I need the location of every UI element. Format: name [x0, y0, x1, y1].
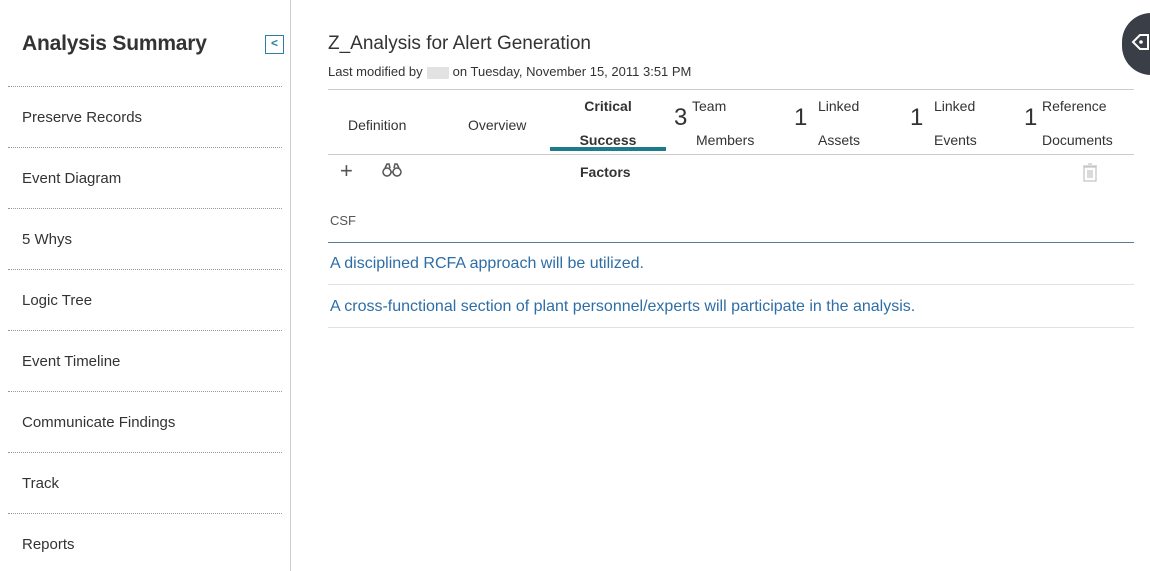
sidebar-item-label: Event Diagram	[22, 170, 122, 187]
toolbar: + Factors	[328, 156, 1134, 190]
grid-column-header: CSF	[328, 203, 1134, 243]
collapse-sidebar-button[interactable]: <	[265, 35, 284, 54]
sidebar-item-reports[interactable]: Reports	[8, 513, 282, 571]
tab-reference-documents[interactable]: 1 Reference Documents	[1024, 90, 1136, 154]
sidebar-item-event-diagram[interactable]: Event Diagram	[8, 147, 282, 208]
table-row: A disciplined RCFA approach will be util…	[328, 243, 1134, 285]
tab-label-line2: Events	[934, 132, 977, 148]
sidebar-header: Analysis Summary <	[22, 32, 290, 60]
tab-label-line1: Team	[692, 98, 727, 114]
tab-bar: Definition Overview Critical Success 3 T…	[328, 89, 1134, 155]
redacted-user	[426, 66, 449, 79]
page-title: Z_Analysis for Alert Generation	[328, 33, 591, 54]
sidebar: Analysis Summary < Preserve Records Even…	[0, 0, 291, 571]
tab-count: 1	[794, 104, 808, 131]
sidebar-item-label: 5 Whys	[22, 231, 73, 248]
sidebar-item-label: Track	[22, 475, 59, 492]
modified-prefix: Last modified by	[328, 64, 423, 79]
last-modified: Last modified by on Tuesday, November 15,…	[328, 64, 691, 79]
tab-label-line3: Factors	[580, 164, 631, 180]
plus-icon[interactable]: +	[340, 158, 353, 184]
sidebar-item-label: Communicate Findings	[22, 414, 176, 431]
modified-suffix: on Tuesday, November 15, 2011 3:51 PM	[452, 64, 692, 79]
sidebar-item-label: Reports	[22, 536, 75, 553]
tab-team-members[interactable]: 3 Team Members	[674, 90, 784, 154]
tab-definition[interactable]: Definition	[328, 90, 432, 154]
sidebar-item-logic-tree[interactable]: Logic Tree	[8, 269, 282, 330]
tab-label-line1: Critical	[584, 98, 632, 114]
column-header-csf[interactable]: CSF	[330, 213, 356, 228]
trash-icon[interactable]	[1082, 162, 1098, 182]
binoculars-icon[interactable]	[382, 162, 402, 178]
active-tab-indicator	[550, 147, 666, 151]
sidebar-title: Analysis Summary	[22, 32, 207, 55]
tab-critical-success-factors[interactable]: Critical Success	[550, 90, 666, 154]
sidebar-nav: Preserve Records Event Diagram 5 Whys Lo…	[0, 86, 290, 571]
tab-linked-events[interactable]: 1 Linked Events	[910, 90, 1020, 154]
tab-overview[interactable]: Overview	[446, 90, 546, 154]
tab-count: 1	[1024, 104, 1038, 131]
sidebar-item-5-whys[interactable]: 5 Whys	[8, 208, 282, 269]
sidebar-item-communicate-findings[interactable]: Communicate Findings	[8, 391, 282, 452]
sidebar-item-preserve-records[interactable]: Preserve Records	[8, 86, 282, 147]
tab-label-line2: Success	[579, 132, 637, 148]
tab-label-line2: Assets	[818, 132, 861, 148]
tab-label: Definition	[348, 117, 407, 133]
sidebar-item-label: Preserve Records	[22, 109, 143, 126]
tab-count: 3	[674, 104, 688, 131]
sidebar-item-label: Event Timeline	[22, 353, 121, 370]
tab-linked-assets[interactable]: 1 Linked Assets	[794, 90, 904, 154]
tab-label-line1: Linked	[934, 98, 976, 114]
sidebar-item-label: Logic Tree	[22, 292, 93, 309]
sidebar-item-track[interactable]: Track	[8, 452, 282, 513]
tab-count: 1	[910, 104, 924, 131]
table-row: A cross-functional section of plant pers…	[328, 286, 1134, 328]
tab-label: Overview	[468, 117, 527, 133]
tab-label-line1: Linked	[818, 98, 860, 114]
csf-link[interactable]: A cross-functional section of plant pers…	[330, 298, 915, 316]
tab-label-line1: Reference	[1042, 98, 1107, 114]
tab-label-line2: Documents	[1042, 132, 1113, 148]
sidebar-item-event-timeline[interactable]: Event Timeline	[8, 330, 282, 391]
tab-label-line2: Members	[696, 132, 755, 148]
csf-link[interactable]: A disciplined RCFA approach will be util…	[330, 255, 644, 273]
main-content: Z_Analysis for Alert Generation Last mod…	[292, 0, 1150, 571]
